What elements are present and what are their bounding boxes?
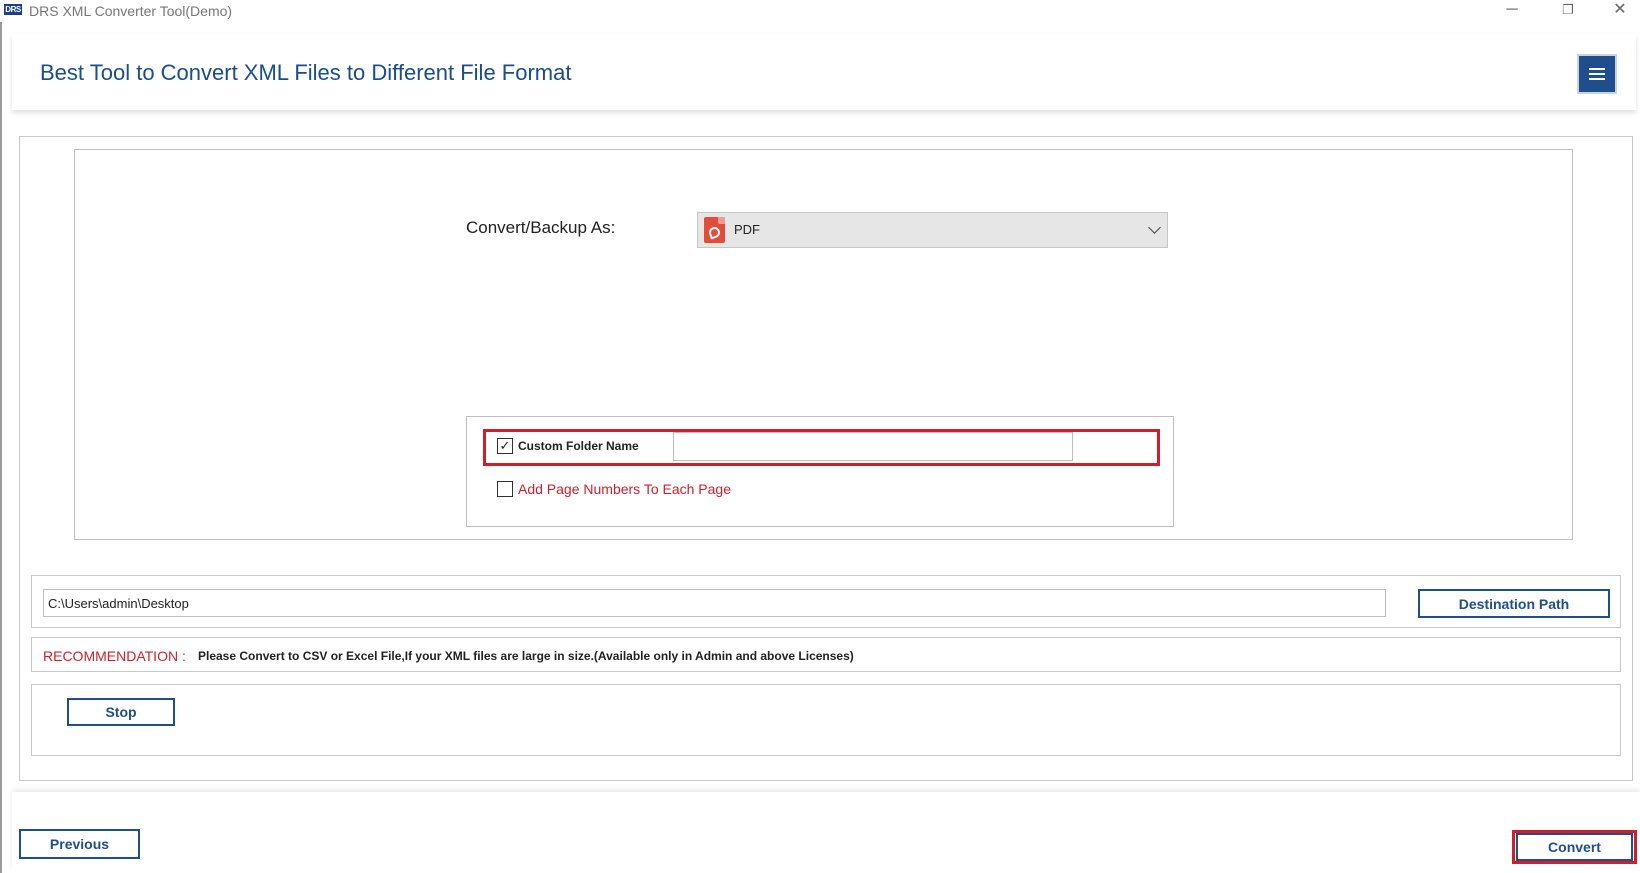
footer-bar: [12, 792, 1640, 873]
destination-path-input[interactable]: [43, 589, 1386, 617]
recommendation-label: RECOMMENDATION :: [43, 648, 186, 664]
stop-button[interactable]: Stop: [67, 698, 175, 726]
minimize-button[interactable]: ─: [1492, 0, 1532, 22]
progress-panel: [31, 684, 1621, 756]
window-border: [0, 22, 2, 873]
previous-button[interactable]: Previous: [19, 829, 140, 859]
custom-folder-label: Custom Folder Name: [518, 439, 639, 453]
format-dropdown[interactable]: [697, 212, 1168, 248]
close-button[interactable]: ✕: [1600, 0, 1640, 22]
convert-button[interactable]: Convert: [1516, 833, 1633, 861]
page-title: Best Tool to Convert XML Files to Differ…: [40, 60, 572, 85]
destination-path-button[interactable]: Destination Path: [1418, 589, 1610, 618]
page-numbers-checkbox[interactable]: [497, 481, 513, 497]
title-bar: [0, 0, 1640, 22]
page-numbers-label: Add Page Numbers To Each Page: [518, 481, 731, 497]
recommendation-text: Please Convert to CSV or Excel File,If y…: [198, 649, 854, 663]
window-title: DRS XML Converter Tool(Demo): [29, 3, 233, 19]
format-selected-value: PDF: [734, 222, 760, 237]
custom-folder-input[interactable]: [673, 432, 1073, 461]
hamburger-menu-icon[interactable]: [1577, 54, 1617, 94]
convert-as-label: Convert/Backup As:: [466, 218, 616, 237]
restore-button[interactable]: ❐: [1548, 0, 1588, 22]
pdf-file-icon: [704, 217, 725, 243]
app-logo-icon: DRS: [4, 4, 22, 15]
custom-folder-checkbox[interactable]: ✓: [497, 438, 513, 454]
